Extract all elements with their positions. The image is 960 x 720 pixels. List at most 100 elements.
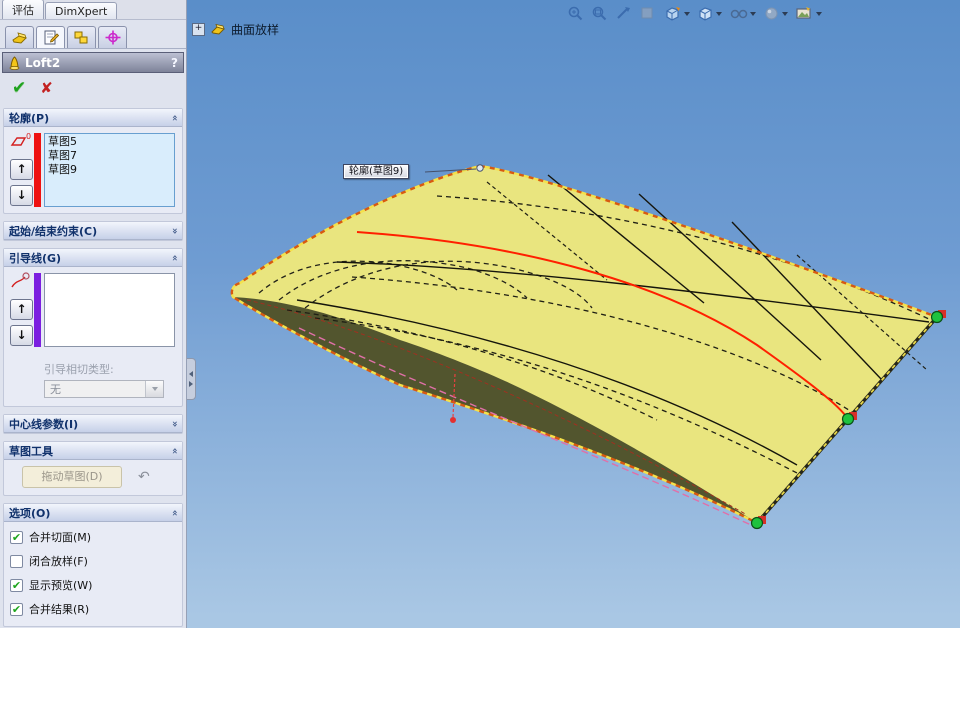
guide-tangency-select[interactable]: 无 <box>44 380 164 398</box>
dropdown-arrow-icon[interactable] <box>145 381 163 397</box>
group-guides-header[interactable]: 引导线(G) « <box>4 249 182 267</box>
edit-appearance-icon[interactable] <box>763 5 788 22</box>
expand-right-icon <box>189 381 193 387</box>
view-orientation-icon[interactable] <box>663 5 690 22</box>
section-view-icon[interactable] <box>639 5 656 22</box>
connector-handle[interactable] <box>841 412 855 426</box>
group-constraints-title: 起始/结束约束(C) <box>9 224 98 238</box>
expand-icon: » <box>168 227 180 234</box>
graphics-viewport[interactable]: + 曲面放样 轮廓(草图9) <box>187 0 960 628</box>
group-profiles-header[interactable]: 轮廓(P) « <box>4 109 182 127</box>
collapse-left-icon <box>189 371 193 377</box>
collapse-icon: « <box>168 254 180 261</box>
checkbox-close-loft[interactable]: 闭合放样(F) <box>4 549 182 573</box>
tree-expand-button[interactable]: + <box>192 23 205 36</box>
guide-move-down-button[interactable]: ↓ <box>10 325 33 346</box>
checkbox-label: 合并结果(R) <box>29 603 90 616</box>
previous-view-icon[interactable] <box>615 5 632 22</box>
svg-text:0: 0 <box>26 132 31 141</box>
tab-feature-manager[interactable] <box>5 26 34 48</box>
move-up-button[interactable]: ↑ <box>10 159 33 180</box>
move-down-button[interactable]: ↓ <box>10 185 33 206</box>
loft-feature-icon <box>9 55 20 70</box>
zoom-fit-icon[interactable] <box>567 5 584 22</box>
hide-show-items-icon[interactable] <box>729 5 756 22</box>
property-manager-panel: 评估 DimXpert Loft2 ? ✔ ✘ 轮廓(P) « 0 ↑ ↓ 草图… <box>0 0 187 628</box>
profile-callout: 轮廓(草图9) <box>343 164 410 179</box>
group-centerline-title: 中心线参数(I) <box>9 417 79 431</box>
feature-tree-item-label[interactable]: 曲面放样 <box>231 21 279 38</box>
guides-listbox[interactable] <box>44 273 175 347</box>
group-options: 选项(O) « ✔ 合并切面(M) 闭合放样(F) ✔ 显示预览(W) ✔ 合并… <box>3 503 183 627</box>
group-centerline-parameters: 中心线参数(I) » <box>3 414 183 434</box>
dimxpert-target-icon <box>105 30 120 45</box>
solidworks-window: 评估 DimXpert Loft2 ? ✔ ✘ 轮廓(P) « 0 ↑ ↓ 草图… <box>0 0 960 720</box>
collapse-icon: « <box>168 114 180 121</box>
group-profiles: 轮廓(P) « 0 ↑ ↓ 草图5 草图7 草图9 <box>3 108 183 214</box>
property-sheet-icon <box>44 30 59 45</box>
callout-anchor-point[interactable] <box>476 164 484 172</box>
zoom-area-icon[interactable] <box>591 5 608 22</box>
checkbox-unchecked-icon <box>10 554 23 568</box>
heads-up-toolbar <box>567 5 822 22</box>
feature-title-bar: Loft2 ? <box>2 52 184 73</box>
guide-tangency-value: 无 <box>50 383 61 396</box>
cancel-button[interactable]: ✘ <box>40 79 53 97</box>
group-options-title: 选项(O) <box>9 506 51 520</box>
checkbox-checked-icon: ✔ <box>10 530 23 544</box>
guides-selection-icon <box>9 272 33 290</box>
surface-loft-icon <box>211 23 225 35</box>
display-style-icon[interactable] <box>697 5 722 22</box>
guides-color-bar <box>34 273 41 347</box>
collapse-icon: « <box>168 447 180 454</box>
tab-dimxpert-manager[interactable] <box>98 26 127 48</box>
checkbox-merge-tangent-faces[interactable]: ✔ 合并切面(M) <box>4 525 182 549</box>
group-profiles-title: 轮廓(P) <box>9 111 50 125</box>
sketch-point[interactable] <box>450 417 456 423</box>
checkbox-merge-result[interactable]: ✔ 合并结果(R) <box>4 597 182 621</box>
configurations-icon <box>74 31 88 44</box>
expand-icon: » <box>168 420 180 427</box>
profiles-listbox[interactable]: 草图5 草图7 草图9 <box>44 133 175 207</box>
connector-handle[interactable] <box>750 516 764 530</box>
group-sketch-tools-title: 草图工具 <box>9 444 53 458</box>
ok-button[interactable]: ✔ <box>12 78 26 98</box>
group-constraints-header[interactable]: 起始/结束约束(C) » <box>4 222 182 240</box>
connector-handle[interactable] <box>930 310 944 324</box>
confirm-bar: ✔ ✘ <box>0 73 186 101</box>
collapse-icon: « <box>168 509 180 516</box>
group-guide-curves: 引导线(G) « ↑ ↓ 引导相切类型: 无 <box>3 248 183 407</box>
panel-splitter-handle[interactable] <box>187 358 196 400</box>
checkbox-checked-icon: ✔ <box>10 578 23 592</box>
group-guides-title: 引导线(G) <box>9 251 62 265</box>
list-item[interactable]: 草图5 <box>48 135 174 149</box>
tab-property-manager[interactable] <box>36 26 65 48</box>
guide-move-up-button[interactable]: ↑ <box>10 299 33 320</box>
screenshot-blank-area <box>0 628 960 720</box>
guide-tangency-label: 引导相切类型: <box>44 363 114 376</box>
list-item[interactable]: 草图9 <box>48 163 174 177</box>
tab-dimxpert[interactable]: DimXpert <box>45 2 118 19</box>
checkbox-show-preview[interactable]: ✔ 显示预览(W) <box>4 573 182 597</box>
profiles-selection-icon: 0 <box>9 132 33 150</box>
profiles-color-bar <box>34 133 41 207</box>
checkbox-checked-icon: ✔ <box>10 602 23 616</box>
group-sketch-tools-header[interactable]: 草图工具 « <box>4 442 182 460</box>
group-centerline-header[interactable]: 中心线参数(I) » <box>4 415 182 433</box>
apply-scene-icon[interactable] <box>795 5 822 22</box>
undo-icon[interactable]: ↶ <box>138 469 150 485</box>
group-sketch-tools: 草图工具 « 拖动草图(D) ↶ <box>3 441 183 496</box>
group-start-end-constraints: 起始/结束约束(C) » <box>3 221 183 241</box>
help-button[interactable]: ? <box>171 56 178 70</box>
list-item[interactable]: 草图7 <box>48 149 174 163</box>
checkbox-label: 显示预览(W) <box>29 579 93 592</box>
flyout-feature-tree: + 曲面放样 <box>192 21 279 38</box>
drag-sketch-button[interactable]: 拖动草图(D) <box>22 466 122 488</box>
tab-configuration-manager[interactable] <box>67 26 96 48</box>
command-manager-tabs: 评估 DimXpert <box>0 0 186 20</box>
tab-evaluate[interactable]: 评估 <box>2 0 44 19</box>
group-options-header[interactable]: 选项(O) « <box>4 504 182 522</box>
feature-tree-icon <box>11 31 27 44</box>
feature-title: Loft2 <box>25 55 61 70</box>
checkbox-label: 合并切面(M) <box>29 531 92 544</box>
